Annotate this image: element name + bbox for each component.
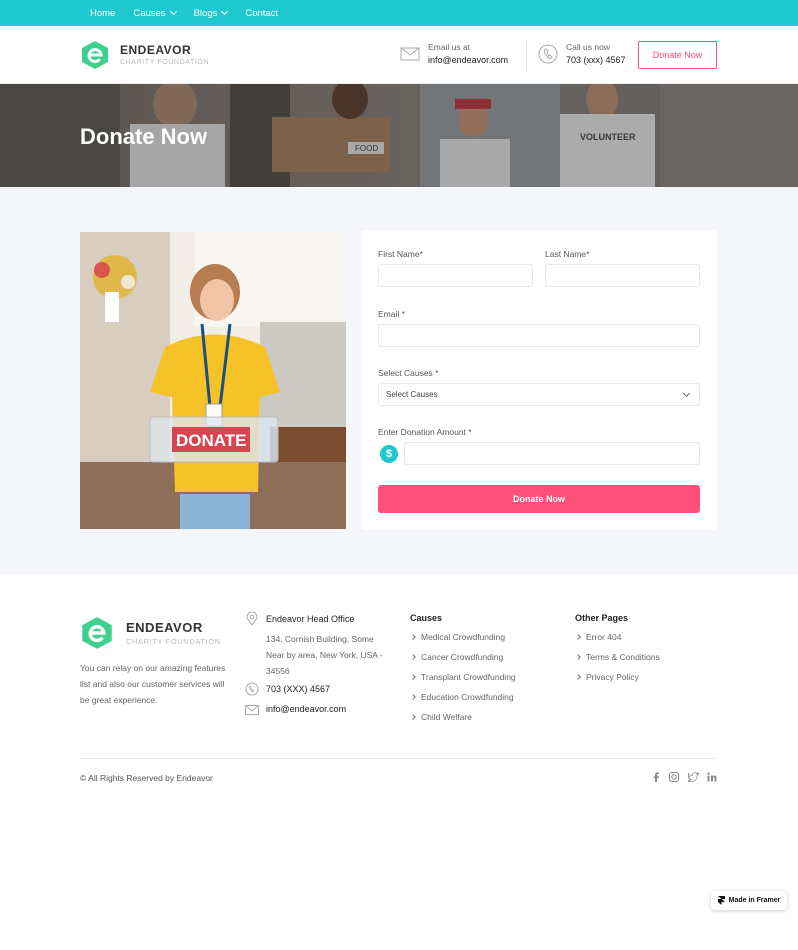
link-label: Error 404 — [586, 632, 622, 642]
phone-icon — [245, 682, 259, 696]
page-title: Donate Now — [80, 124, 208, 149]
nav-home-label: Home — [90, 7, 116, 19]
nav-causes-label: Causes — [133, 7, 166, 19]
nav-contact[interactable]: Contact — [245, 8, 278, 19]
footer-about: You can relay on our amazing features li… — [80, 663, 226, 705]
phone-label: Call us now — [566, 42, 610, 52]
footer-divider — [80, 758, 718, 759]
office-address: 134, Cornish Building, Some Near by area… — [266, 634, 383, 676]
email-value[interactable]: info@endeavor.com — [428, 55, 508, 65]
link-label: Transplant Crowdfunding — [421, 672, 516, 682]
twitter-icon[interactable] — [688, 772, 699, 782]
amount-input[interactable] — [404, 442, 700, 465]
footer-email[interactable]: info@endeavor.com — [266, 701, 346, 717]
nav-causes[interactable]: Causes — [133, 7, 177, 19]
donation-form: First Name* Last Name* Email * Select Ca… — [361, 230, 717, 530]
footer-link-cause[interactable]: Transplant Crowdfunding — [410, 672, 516, 682]
footer-brand-tagline: CHARITY FOUNDATION — [126, 637, 221, 646]
link-label: Education Crowdfunding — [421, 692, 514, 702]
brand-name: ENDEAVOR — [120, 43, 192, 57]
causes-select[interactable]: Select Causes — [378, 383, 700, 406]
footer-link-cause[interactable]: Child Welfare — [410, 712, 472, 722]
link-label: Child Welfare — [421, 712, 472, 722]
site-logo[interactable]: ENDEAVOR CHARITY FOUNDATION — [80, 40, 209, 70]
nav-home[interactable]: Home — [90, 8, 115, 19]
last-name-input[interactable] — [545, 264, 700, 287]
chevron-down-icon — [221, 7, 229, 16]
chevron-down-icon — [169, 7, 177, 16]
site-header: ENDEAVOR CHARITY FOUNDATION Email us at … — [0, 26, 798, 84]
nav-blogs-label: Blogs — [193, 7, 218, 19]
linkedin-icon[interactable] — [707, 772, 717, 782]
framer-logo-icon — [717, 896, 725, 905]
donate-sign-text: DONATE — [176, 431, 247, 450]
phone-value[interactable]: 703 (xxx) 4567 — [566, 55, 626, 65]
email-field-label: Email * — [378, 309, 405, 319]
chevron-right-icon — [575, 634, 581, 640]
location-pin-icon — [246, 612, 258, 626]
link-label: Terms & Conditions — [586, 652, 660, 662]
first-name-input[interactable] — [378, 264, 533, 287]
dollar-icon: $ — [380, 445, 398, 463]
causes-label: Select Causes * — [378, 368, 439, 378]
envelope-icon — [245, 705, 259, 715]
logo-icon — [82, 40, 108, 69]
site-footer: ENDEAVOR CHARITY FOUNDATION You can rela… — [0, 574, 798, 950]
link-label: Cancer Crowdfunding — [421, 652, 504, 662]
nav-contact-label: Contact — [245, 7, 279, 19]
copyright: © All Rights Reserved by Endeavor — [80, 773, 213, 783]
first-name-label: First Name* — [378, 249, 423, 259]
donation-section: DONATE First Name* Last Name* Email * Se… — [0, 187, 798, 574]
email-field[interactable] — [378, 324, 700, 347]
envelope-icon — [400, 47, 420, 60]
footer-link-cause[interactable]: Medical Crowdfunding — [410, 632, 506, 642]
footer-link-page[interactable]: Privacy Policy — [575, 672, 639, 682]
footer-link-page[interactable]: Error 404 — [575, 632, 622, 642]
donate-now-header-button[interactable]: Donate Now — [638, 41, 717, 69]
phone-icon — [538, 44, 558, 63]
footer-logo[interactable]: ENDEAVOR CHARITY FOUNDATION — [80, 616, 221, 650]
email-label: Email us at — [428, 42, 471, 52]
header-divider — [526, 40, 527, 70]
pages-column-title: Other Pages — [575, 613, 629, 623]
office-title: Endeavor Head Office — [266, 614, 355, 624]
footer-link-cause[interactable]: Education Crowdfunding — [410, 692, 514, 702]
instagram-icon[interactable] — [669, 772, 679, 782]
chevron-right-icon — [410, 674, 416, 680]
chevron-right-icon — [575, 654, 581, 660]
chevron-right-icon — [410, 654, 416, 660]
brand-tagline: CHARITY FOUNDATION — [120, 59, 210, 66]
link-label: Medical Crowdfunding — [421, 632, 506, 642]
nav-blogs[interactable]: Blogs — [193, 7, 229, 19]
chevron-down-icon — [682, 389, 691, 397]
facebook-icon[interactable] — [652, 772, 660, 782]
footer-link-cause[interactable]: Cancer Crowdfunding — [410, 652, 504, 662]
footer-phone[interactable]: 703 (XXX) 4567 — [266, 681, 330, 697]
volunteer-photo: DONATE — [80, 232, 346, 529]
chevron-right-icon — [410, 714, 416, 720]
amount-label: Enter Donation Amount * — [378, 427, 472, 437]
top-nav: Home Causes Blogs Contact — [0, 0, 798, 26]
framer-badge-label: Made in Framer — [728, 897, 781, 904]
causes-column-title: Causes — [410, 613, 443, 623]
link-label: Privacy Policy — [586, 672, 639, 682]
footer-brand-name: ENDEAVOR — [126, 620, 203, 635]
chevron-right-icon — [575, 674, 581, 680]
chevron-right-icon — [410, 634, 416, 640]
footer-link-page[interactable]: Terms & Conditions — [575, 652, 660, 662]
hero-banner: FOOD VOLUNTEER Donate Now — [0, 84, 798, 187]
causes-selected-value: Select Causes — [386, 390, 438, 399]
chevron-right-icon — [410, 694, 416, 700]
volunteer-illustration: DONATE — [80, 232, 346, 529]
made-in-framer-badge[interactable]: Made in Framer — [711, 891, 787, 910]
email-contact: Email us at info@endeavor.com — [400, 42, 508, 65]
logo-icon — [82, 617, 112, 649]
last-name-label: Last Name* — [545, 249, 590, 259]
phone-contact: Call us now 703 (xxx) 4567 — [538, 42, 626, 65]
donate-now-submit-button[interactable]: Donate Now — [378, 485, 700, 513]
